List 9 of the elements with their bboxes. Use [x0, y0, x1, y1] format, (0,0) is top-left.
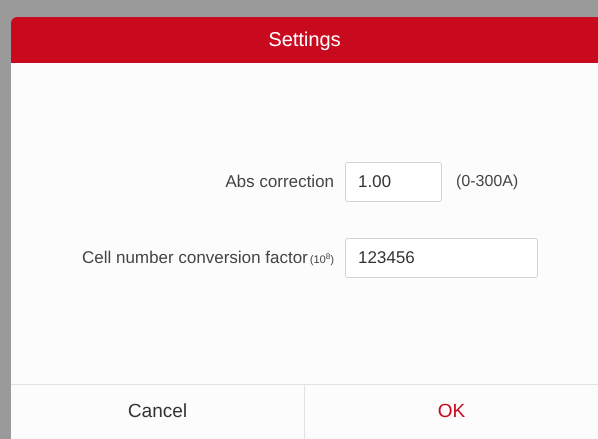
input-field[interactable]: 123456: [345, 238, 538, 278]
cancel-button[interactable]: Cancel: [11, 385, 304, 439]
field-label: Abs correction: [225, 170, 334, 193]
ok-button[interactable]: OK: [304, 385, 598, 439]
range-hint: (0-300A): [456, 172, 518, 192]
field-label: Cell number conversion factor: [82, 246, 308, 269]
dialog-title: Settings: [268, 28, 341, 53]
input-field[interactable]: 1.00: [345, 162, 442, 202]
unit-note: (10$^{8}$): [310, 252, 334, 268]
